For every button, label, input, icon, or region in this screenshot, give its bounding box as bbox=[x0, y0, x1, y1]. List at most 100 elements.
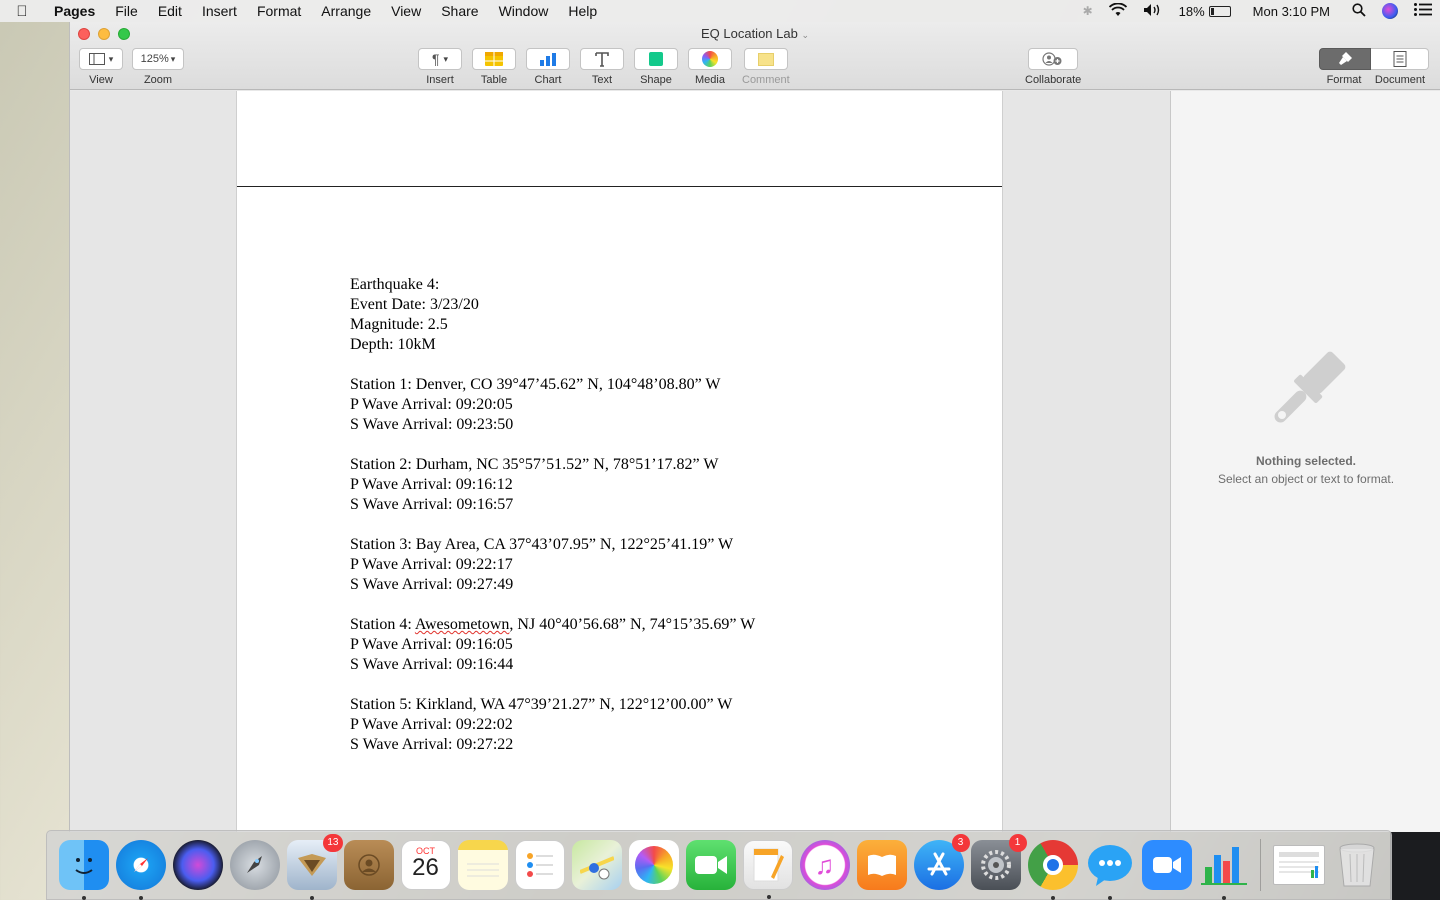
document-page[interactable]: Earthquake 4: Event Date: 3/23/20 Magnit… bbox=[236, 91, 1003, 832]
comment-button[interactable] bbox=[743, 48, 788, 70]
doc-line[interactable]: S Wave Arrival: 09:16:57 bbox=[350, 495, 755, 515]
calendar-icon[interactable]: OCT 26 bbox=[400, 840, 451, 890]
zoom-select[interactable]: 125% ▾ bbox=[132, 48, 184, 70]
running-indicator bbox=[309, 896, 314, 900]
reminders-icon[interactable] bbox=[514, 840, 565, 890]
station4-suffix: , NJ 40°40’56.68” N, 74°15’35.69” W bbox=[509, 616, 756, 633]
menu-insert[interactable]: Insert bbox=[192, 3, 247, 19]
media-tool: Media bbox=[688, 48, 732, 86]
collaborate-label: Collaborate bbox=[1025, 74, 1082, 86]
numbers-icon[interactable] bbox=[1199, 840, 1249, 900]
menu-arrange[interactable]: Arrange bbox=[311, 3, 381, 19]
doc-line-blank[interactable] bbox=[350, 435, 755, 455]
notes-icon[interactable] bbox=[457, 840, 508, 890]
inspector-title: Nothing selected. bbox=[1255, 454, 1356, 468]
system-preferences-icon[interactable]: 1 bbox=[970, 834, 1027, 890]
view-tool: ▾ View bbox=[79, 48, 123, 86]
doc-line[interactable]: P Wave Arrival: 09:16:12 bbox=[350, 475, 755, 495]
doc-line[interactable]: Depth: 10kM bbox=[350, 335, 755, 355]
pages-app-icon[interactable] bbox=[742, 840, 793, 899]
chart-tool: Chart bbox=[526, 48, 570, 86]
doc-line[interactable]: S Wave Arrival: 09:23:50 bbox=[350, 415, 755, 435]
insert-button[interactable]: ¶ ▾ bbox=[418, 48, 462, 70]
zoom-icon[interactable] bbox=[1141, 840, 1192, 890]
doc-line-blank[interactable] bbox=[350, 355, 755, 375]
facetime-icon[interactable] bbox=[685, 840, 736, 890]
finder-icon[interactable] bbox=[58, 840, 109, 900]
safari-icon[interactable] bbox=[115, 840, 166, 900]
document-thumbnail-icon[interactable] bbox=[1272, 845, 1325, 885]
format-tool: Format Document bbox=[1318, 48, 1430, 86]
document-canvas[interactable]: Earthquake 4: Event Date: 3/23/20 Magnit… bbox=[70, 91, 1170, 832]
doc-line-station-4[interactable]: Station 4: Awesometown, NJ 40°40’56.68” … bbox=[350, 615, 755, 635]
volume-icon[interactable] bbox=[1143, 3, 1163, 20]
notification-center-icon[interactable] bbox=[1414, 3, 1432, 19]
doc-line[interactable]: Station 2: Durham, NC 35°57’51.52” N, 78… bbox=[350, 455, 755, 475]
doc-line[interactable]: P Wave Arrival: 09:20:05 bbox=[350, 395, 755, 415]
document-title[interactable]: EQ Location Lab ⌄ bbox=[70, 26, 1440, 41]
misspelled-word[interactable]: Awesometown bbox=[415, 616, 510, 633]
doc-line[interactable]: Station 5: Kirkland, WA 47°39’21.27” N, … bbox=[350, 695, 755, 715]
siri-icon[interactable] bbox=[1382, 3, 1398, 19]
app-store-icon[interactable]: 3 bbox=[913, 834, 970, 890]
chart-button[interactable] bbox=[526, 48, 570, 70]
doc-line-blank[interactable] bbox=[350, 595, 755, 615]
bluetooth-icon[interactable]: ✱ bbox=[1083, 4, 1093, 18]
menu-app-pages[interactable]: Pages bbox=[44, 3, 105, 19]
text-button[interactable] bbox=[580, 48, 624, 70]
doc-line-blank[interactable] bbox=[350, 675, 755, 695]
maps-icon[interactable] bbox=[571, 840, 622, 890]
menu-edit[interactable]: Edit bbox=[148, 3, 192, 19]
format-button[interactable] bbox=[1319, 48, 1371, 70]
doc-line[interactable]: Magnitude: 2.5 bbox=[350, 315, 755, 335]
menu-file[interactable]: File bbox=[105, 3, 148, 19]
messenger-icon[interactable] bbox=[1085, 840, 1135, 900]
shape-button[interactable] bbox=[634, 48, 678, 70]
doc-line[interactable]: S Wave Arrival: 09:16:44 bbox=[350, 655, 755, 675]
launchpad-icon[interactable] bbox=[229, 840, 280, 890]
doc-line[interactable]: Earthquake 4: bbox=[350, 275, 755, 295]
zoom-value: 125% bbox=[140, 53, 169, 65]
doc-line-blank[interactable] bbox=[350, 515, 755, 535]
document-icon bbox=[1393, 51, 1406, 67]
siri-icon[interactable] bbox=[172, 840, 223, 890]
view-button[interactable]: ▾ bbox=[79, 48, 123, 70]
clock[interactable]: Mon 3:10 PM bbox=[1253, 4, 1330, 19]
chrome-icon[interactable] bbox=[1027, 840, 1078, 900]
menu-view[interactable]: View bbox=[381, 3, 431, 19]
doc-line[interactable]: P Wave Arrival: 09:22:02 bbox=[350, 715, 755, 735]
mail-badge: 13 bbox=[323, 834, 343, 852]
menu-share[interactable]: Share bbox=[431, 3, 488, 19]
pages-window: EQ Location Lab ⌄ ▾ View 125% ▾ Zoom ¶ ▾ bbox=[69, 22, 1440, 832]
menu-format[interactable]: Format bbox=[247, 3, 311, 19]
doc-line[interactable]: S Wave Arrival: 09:27:49 bbox=[350, 575, 755, 595]
doc-line[interactable]: Station 3: Bay Area, CA 37°43’07.95” N, … bbox=[350, 535, 755, 555]
table-button[interactable] bbox=[472, 48, 516, 70]
document-button[interactable] bbox=[1371, 48, 1429, 70]
spotlight-search-icon[interactable] bbox=[1352, 2, 1366, 20]
doc-line[interactable]: P Wave Arrival: 09:16:05 bbox=[350, 635, 755, 655]
document-body[interactable]: Earthquake 4: Event Date: 3/23/20 Magnit… bbox=[350, 275, 755, 755]
doc-line[interactable]: Event Date: 3/23/20 bbox=[350, 295, 755, 315]
format-label: Format bbox=[1326, 74, 1362, 86]
contacts-icon[interactable] bbox=[343, 840, 394, 890]
apple-menu-icon[interactable]:  bbox=[0, 3, 44, 20]
menu-help[interactable]: Help bbox=[558, 3, 607, 19]
wifi-icon[interactable] bbox=[1108, 2, 1127, 20]
media-button[interactable] bbox=[688, 48, 732, 70]
books-icon[interactable] bbox=[856, 840, 907, 890]
doc-line[interactable]: P Wave Arrival: 09:22:17 bbox=[350, 555, 755, 575]
collaborate-button[interactable] bbox=[1028, 48, 1079, 70]
itunes-icon[interactable]: ♫ bbox=[799, 840, 850, 890]
trash-icon[interactable] bbox=[1332, 840, 1382, 890]
doc-line[interactable]: Station 1: Denver, CO 39°47’45.62” N, 10… bbox=[350, 375, 755, 395]
menu-bar:  Pages File Edit Insert Format Arrange … bbox=[0, 0, 1440, 22]
dock: 13 OCT 26 ♫ 3 1 bbox=[46, 830, 1392, 900]
photos-icon[interactable] bbox=[628, 840, 679, 890]
chevron-down-icon: ⌄ bbox=[801, 30, 810, 40]
insert-label: Insert bbox=[426, 74, 454, 86]
doc-line[interactable]: S Wave Arrival: 09:27:22 bbox=[350, 735, 755, 755]
battery-indicator[interactable]: 18% bbox=[1179, 4, 1231, 19]
menu-window[interactable]: Window bbox=[489, 3, 559, 19]
mail-icon[interactable]: 13 bbox=[286, 834, 343, 900]
